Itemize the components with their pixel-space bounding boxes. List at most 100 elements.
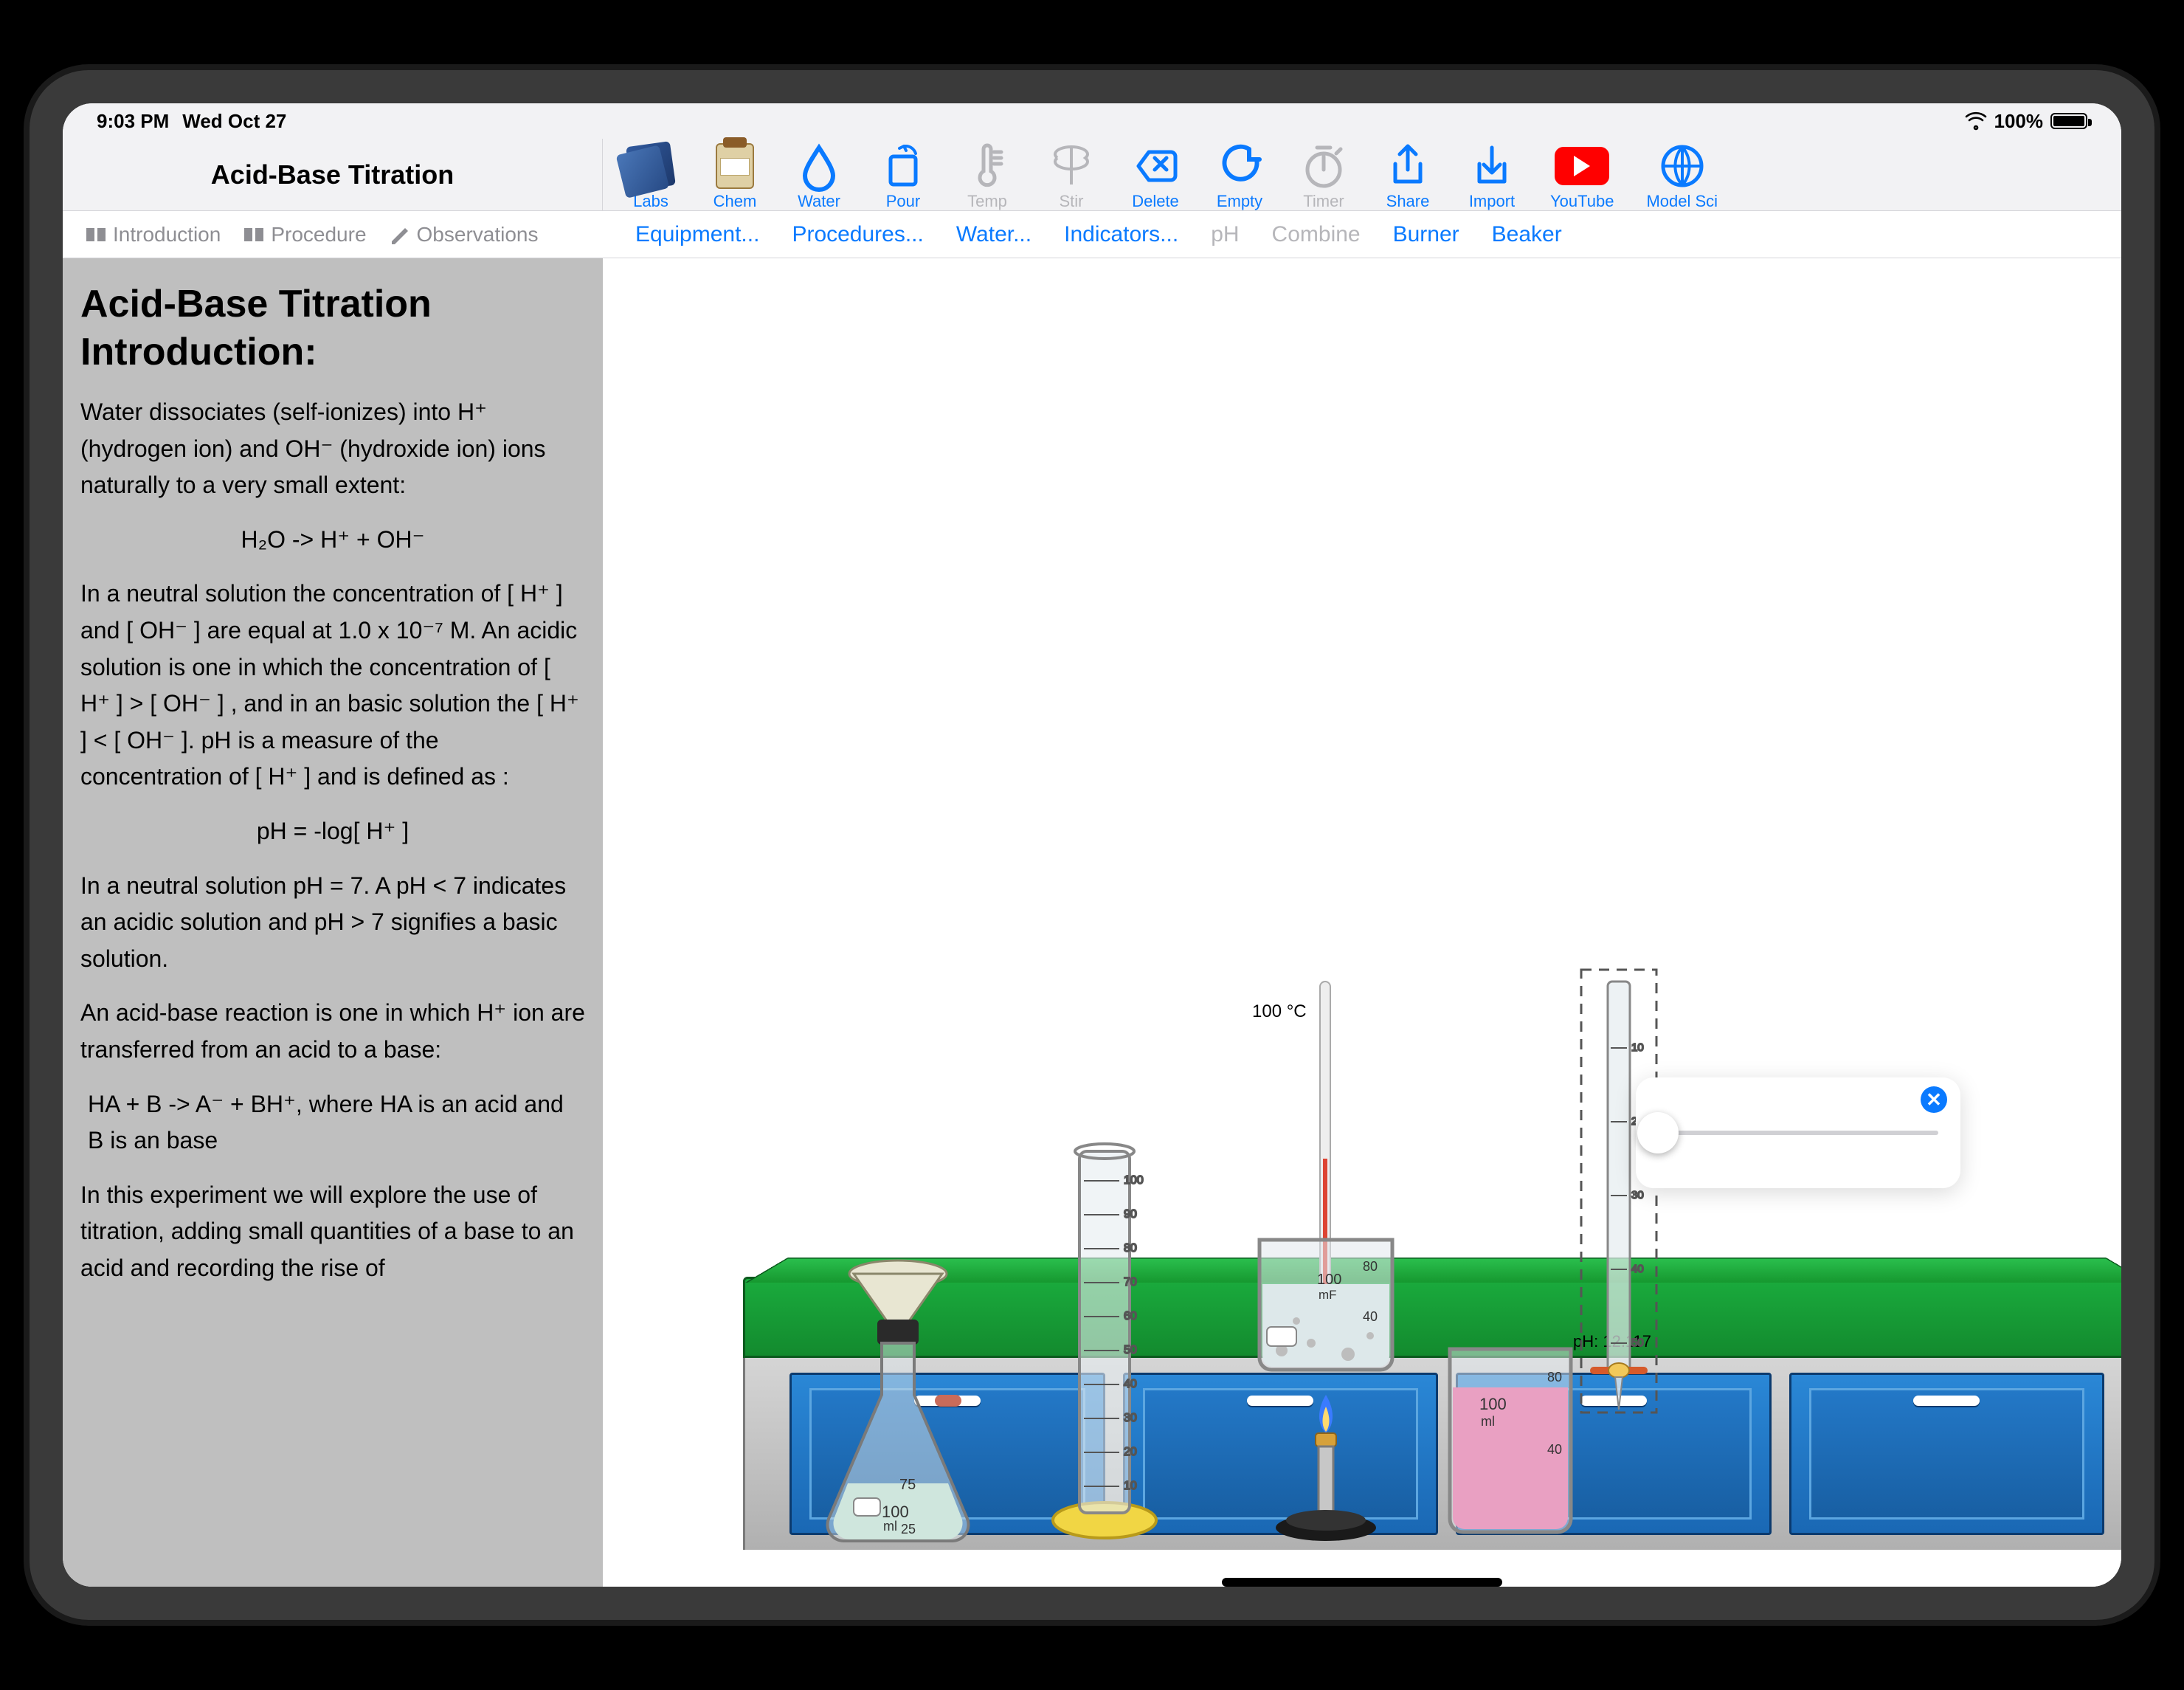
svg-text:70: 70 <box>1124 1276 1137 1289</box>
chem-icon <box>716 142 754 190</box>
tool-pour-label: Pour <box>886 192 920 211</box>
lab-canvas[interactable]: 100 °C pH: 12.117 <box>603 258 2121 1587</box>
content-p3: In a neutral solution pH = 7. A pH < 7 i… <box>80 868 585 978</box>
tool-pour[interactable]: Pour <box>877 142 929 211</box>
tab-introduction-label: Introduction <box>113 223 221 246</box>
sub-toolbar: Introduction Procedure Observations Equi… <box>63 211 2121 258</box>
status-time: 9:03 PM <box>97 110 169 133</box>
svg-text:40: 40 <box>1631 1263 1644 1275</box>
svg-text:40: 40 <box>1124 1378 1137 1390</box>
tab-procedure[interactable]: Procedure <box>243 223 366 246</box>
indicator-beaker[interactable]: 100 ml 80 40 <box>1437 1336 1584 1542</box>
svg-text:50: 50 <box>1124 1344 1137 1356</box>
svg-text:80: 80 <box>1363 1259 1378 1274</box>
svg-text:10: 10 <box>1124 1480 1137 1492</box>
content-p4: An acid-base reaction is one in which H⁺… <box>80 995 585 1068</box>
svg-text:60: 60 <box>1124 1310 1137 1322</box>
content-p5: In this experiment we will explore the u… <box>80 1177 585 1287</box>
tool-share[interactable]: Share <box>1382 142 1434 211</box>
svg-text:100: 100 <box>1124 1174 1144 1187</box>
svg-text:10: 10 <box>1631 1041 1644 1054</box>
tab-introduction[interactable]: Introduction <box>85 223 221 246</box>
status-battery-pct: 100% <box>1994 110 2044 133</box>
tool-empty-label: Empty <box>1217 192 1262 211</box>
content-eq1: H₂O -> H⁺ + OH⁻ <box>80 522 585 559</box>
svg-text:80: 80 <box>1547 1370 1562 1384</box>
labs-icon <box>629 142 673 190</box>
tab-procedure-label: Procedure <box>271 223 366 246</box>
tool-chem[interactable]: Chem <box>709 142 761 211</box>
wifi-icon <box>1965 110 1987 133</box>
heated-beaker-assembly[interactable]: 100 mF 80 40 <box>1230 982 1422 1542</box>
svg-text:mF: mF <box>1319 1288 1337 1302</box>
tab-observations[interactable]: Observations <box>389 223 539 246</box>
svg-text:25: 25 <box>901 1522 916 1536</box>
tool-water[interactable]: Water <box>793 142 845 211</box>
subbar-beaker[interactable]: Beaker <box>1492 222 1562 247</box>
tool-import[interactable]: Import <box>1466 142 1518 211</box>
tool-youtube-label: YouTube <box>1550 192 1614 211</box>
svg-text:40: 40 <box>1547 1442 1562 1457</box>
tool-delete[interactable]: Delete <box>1130 142 1181 211</box>
tool-import-label: Import <box>1469 192 1515 211</box>
status-bar: 9:03 PM Wed Oct 27 100% <box>63 103 2121 139</box>
subbar-equipment[interactable]: Equipment... <box>635 222 759 247</box>
status-date: Wed Oct 27 <box>182 110 286 133</box>
tool-water-label: Water <box>798 192 840 211</box>
svg-text:30: 30 <box>1124 1412 1137 1424</box>
erlenmeyer-flask[interactable]: 75 100 ml 25 <box>809 1232 986 1542</box>
youtube-icon <box>1555 142 1609 190</box>
import-icon <box>1469 142 1515 190</box>
svg-text:90: 90 <box>1124 1208 1137 1221</box>
home-indicator <box>1222 1578 1502 1587</box>
water-drop-icon <box>796 142 842 190</box>
subbar-procedures[interactable]: Procedures... <box>792 222 923 247</box>
tool-labs[interactable]: Labs <box>625 142 677 211</box>
subbar-burner[interactable]: Burner <box>1393 222 1459 247</box>
subbar-indicators[interactable]: Indicators... <box>1064 222 1178 247</box>
pour-icon <box>880 142 926 190</box>
svg-text:100: 100 <box>1479 1395 1507 1413</box>
battery-icon <box>2050 113 2087 129</box>
sidebar-tabs: Introduction Procedure Observations <box>85 223 603 246</box>
tool-share-label: Share <box>1386 192 1430 211</box>
content-p1: Water dissociates (self-ionizes) into H⁺… <box>80 394 585 504</box>
tool-delete-label: Delete <box>1132 192 1179 211</box>
stir-icon <box>1048 142 1094 190</box>
thermometer-icon <box>964 142 1010 190</box>
graduated-cylinder[interactable]: 100 90 80 70 60 50 40 30 20 10 <box>1046 1122 1164 1542</box>
book-open-icon <box>243 225 265 244</box>
subbar-combine: Combine <box>1272 222 1361 247</box>
globe-icon <box>1659 142 1705 190</box>
tool-modelsci[interactable]: Model Sci <box>1646 142 1718 211</box>
svg-text:75: 75 <box>899 1477 916 1493</box>
tool-temp: Temp <box>961 142 1013 211</box>
svg-text:40: 40 <box>1363 1309 1378 1324</box>
tool-stir: Stir <box>1046 142 1097 211</box>
tool-timer: Timer <box>1298 142 1350 211</box>
delete-icon <box>1133 142 1178 190</box>
svg-text:80: 80 <box>1124 1242 1137 1255</box>
timer-icon <box>1301 142 1347 190</box>
svg-text:100: 100 <box>1317 1272 1341 1288</box>
slider-knob[interactable] <box>1637 1112 1679 1153</box>
slider-track[interactable] <box>1658 1131 1938 1135</box>
share-icon <box>1385 142 1431 190</box>
content-heading: Acid-Base Titration Introduction: <box>80 280 585 376</box>
tool-youtube[interactable]: YouTube <box>1550 142 1614 211</box>
bench-drawer <box>1789 1373 2105 1535</box>
burette-selected[interactable]: 10 20 30 40 50 <box>1578 967 1659 1542</box>
book-open-icon <box>85 225 107 244</box>
content-panel: Acid-Base Titration Introduction: Water … <box>63 258 603 1587</box>
tool-stir-label: Stir <box>1060 192 1084 211</box>
burette-slider-popover[interactable]: ✕ <box>1636 1077 1960 1188</box>
tool-empty[interactable]: Empty <box>1214 142 1265 211</box>
svg-text:ml: ml <box>1481 1414 1495 1429</box>
tool-temp-label: Temp <box>967 192 1007 211</box>
tool-timer-label: Timer <box>1303 192 1344 211</box>
content-p2: In a neutral solution the concentration … <box>80 576 585 796</box>
pencil-icon <box>389 225 411 244</box>
subbar-water[interactable]: Water... <box>956 222 1031 247</box>
svg-text:ml: ml <box>883 1519 897 1534</box>
close-icon[interactable]: ✕ <box>1921 1086 1947 1113</box>
